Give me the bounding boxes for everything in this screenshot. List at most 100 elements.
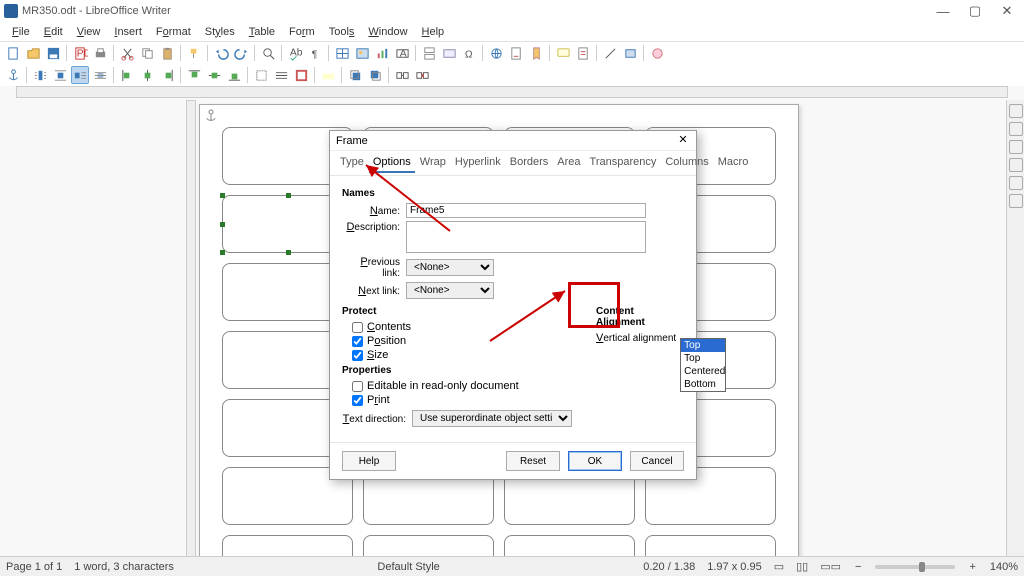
- tab-macro[interactable]: Macro: [714, 153, 753, 173]
- tab-transparency[interactable]: Transparency: [586, 153, 661, 173]
- align-top-icon[interactable]: [185, 66, 203, 84]
- view-book-icon[interactable]: ▭▭: [820, 560, 841, 573]
- editable-checkbox[interactable]: [352, 381, 363, 392]
- align-center-v-icon[interactable]: [205, 66, 223, 84]
- help-button[interactable]: Help: [342, 451, 396, 471]
- menu-tools[interactable]: Tools: [323, 24, 361, 40]
- image-icon[interactable]: [353, 44, 371, 62]
- specialchar-icon[interactable]: Ω: [460, 44, 478, 62]
- ok-button[interactable]: OK: [568, 451, 622, 471]
- menu-insert[interactable]: Insert: [108, 24, 148, 40]
- previous-link-select[interactable]: <None>: [406, 259, 494, 276]
- formatting-marks-icon[interactable]: ¶: [306, 44, 324, 62]
- tab-hyperlink[interactable]: Hyperlink: [451, 153, 505, 173]
- valign-option-bottom[interactable]: Bottom: [681, 378, 725, 391]
- hyperlink-icon[interactable]: [487, 44, 505, 62]
- area-style-icon[interactable]: [319, 66, 337, 84]
- clone-format-icon[interactable]: [185, 44, 203, 62]
- tab-area[interactable]: Area: [553, 153, 584, 173]
- protect-contents-checkbox[interactable]: [352, 322, 363, 333]
- cancel-button[interactable]: Cancel: [630, 451, 684, 471]
- sidebar-gallery-icon[interactable]: [1009, 140, 1023, 154]
- wrap-optimal-icon[interactable]: [71, 66, 89, 84]
- export-pdf-icon[interactable]: PDF: [71, 44, 89, 62]
- tab-borders[interactable]: Borders: [506, 153, 553, 173]
- menu-edit[interactable]: Edit: [38, 24, 69, 40]
- line-icon[interactable]: [601, 44, 619, 62]
- menu-styles[interactable]: Styles: [199, 24, 241, 40]
- comment-icon[interactable]: [554, 44, 572, 62]
- save-icon[interactable]: [44, 44, 62, 62]
- sidebar-inspect-icon[interactable]: [1009, 194, 1023, 208]
- anchor-icon[interactable]: [4, 66, 22, 84]
- align-left-obj-icon[interactable]: [118, 66, 136, 84]
- maximize-button[interactable]: ▢: [962, 2, 988, 20]
- reset-button[interactable]: Reset: [506, 451, 560, 471]
- status-zoom[interactable]: 140%: [990, 561, 1018, 573]
- vertical-ruler[interactable]: [186, 100, 196, 560]
- link-frames-icon[interactable]: [393, 66, 411, 84]
- align-center-h-icon[interactable]: [138, 66, 156, 84]
- dialog-close-icon[interactable]: ✕: [676, 134, 690, 148]
- tab-wrap[interactable]: Wrap: [416, 153, 450, 173]
- wrap-through-icon[interactable]: [91, 66, 109, 84]
- trackchanges-icon[interactable]: [574, 44, 592, 62]
- paste-icon[interactable]: [158, 44, 176, 62]
- zoom-slider[interactable]: [875, 565, 955, 569]
- tab-type[interactable]: Type: [336, 153, 368, 173]
- table-icon[interactable]: [333, 44, 351, 62]
- menu-help[interactable]: Help: [416, 24, 451, 40]
- bring-front-icon[interactable]: [346, 66, 364, 84]
- textbox-icon[interactable]: A: [393, 44, 411, 62]
- sidebar-styles-icon[interactable]: [1009, 122, 1023, 136]
- sidebar-properties-icon[interactable]: [1009, 104, 1023, 118]
- valign-option-top[interactable]: Top: [681, 352, 725, 365]
- bookmark-icon[interactable]: [527, 44, 545, 62]
- text-direction-select[interactable]: Use superordinate object settings: [412, 410, 572, 427]
- border-style-icon[interactable]: [272, 66, 290, 84]
- send-back-icon[interactable]: [366, 66, 384, 84]
- status-page[interactable]: Page 1 of 1: [6, 561, 62, 573]
- menu-table[interactable]: Table: [243, 24, 281, 40]
- valign-option-centered[interactable]: Centered: [681, 365, 725, 378]
- name-input[interactable]: [406, 203, 646, 218]
- menu-format[interactable]: Format: [150, 24, 197, 40]
- wrap-page-icon[interactable]: [51, 66, 69, 84]
- spellcheck-icon[interactable]: Ab: [286, 44, 304, 62]
- status-style[interactable]: Default Style: [377, 561, 439, 573]
- print-checkbox[interactable]: [352, 395, 363, 406]
- protect-position-checkbox[interactable]: [352, 336, 363, 347]
- redo-icon[interactable]: [232, 44, 250, 62]
- status-wordcount[interactable]: 1 word, 3 characters: [74, 561, 174, 573]
- copy-icon[interactable]: [138, 44, 156, 62]
- minimize-button[interactable]: —: [930, 2, 956, 20]
- wrap-off-icon[interactable]: [31, 66, 49, 84]
- align-right-obj-icon[interactable]: [158, 66, 176, 84]
- tab-options[interactable]: Options: [369, 153, 415, 173]
- sidebar-page-icon[interactable]: [1009, 176, 1023, 190]
- menu-file[interactable]: File: [6, 24, 36, 40]
- draw-functions-icon[interactable]: [648, 44, 666, 62]
- sidebar-navigator-icon[interactable]: [1009, 158, 1023, 172]
- border-color-icon[interactable]: [292, 66, 310, 84]
- valign-option-top-selected[interactable]: Top: [681, 339, 725, 352]
- menu-view[interactable]: View: [71, 24, 107, 40]
- protect-size-checkbox[interactable]: [352, 350, 363, 361]
- field-icon[interactable]: [440, 44, 458, 62]
- next-link-select[interactable]: <None>: [406, 282, 494, 299]
- print-icon[interactable]: [91, 44, 109, 62]
- view-single-icon[interactable]: ▭: [774, 560, 784, 573]
- open-icon[interactable]: [24, 44, 42, 62]
- find-icon[interactable]: [259, 44, 277, 62]
- footnote-icon[interactable]: [507, 44, 525, 62]
- align-bottom-icon[interactable]: [225, 66, 243, 84]
- menu-window[interactable]: Window: [362, 24, 413, 40]
- pagebreak-icon[interactable]: [420, 44, 438, 62]
- basic-shapes-icon[interactable]: [621, 44, 639, 62]
- view-multi-icon[interactable]: ▯▯: [796, 560, 808, 573]
- close-button[interactable]: ✕: [994, 2, 1020, 20]
- borders-icon[interactable]: [252, 66, 270, 84]
- chart-icon[interactable]: [373, 44, 391, 62]
- vertical-alignment-dropdown[interactable]: Top Top Centered Bottom: [680, 338, 726, 392]
- undo-icon[interactable]: [212, 44, 230, 62]
